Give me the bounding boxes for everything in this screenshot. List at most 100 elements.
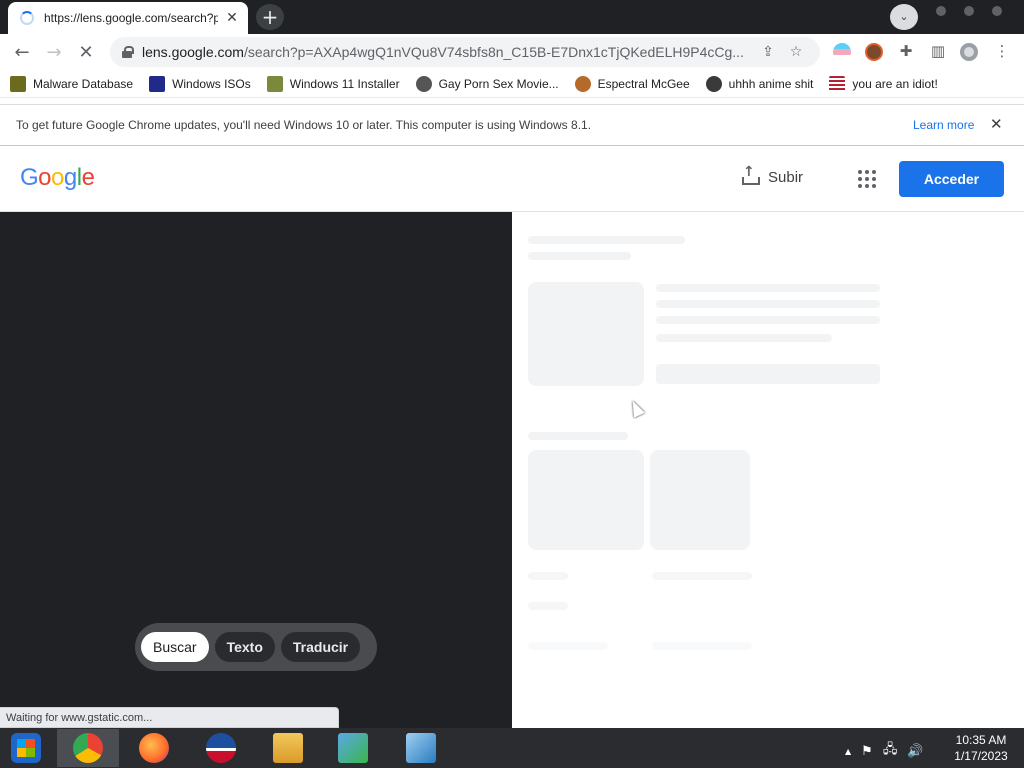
skeleton-line <box>652 642 752 650</box>
update-infobar: To get future Google Chrome updates, you… <box>0 104 1024 146</box>
volume-icon[interactable]: 🔊 <box>907 744 923 759</box>
skeleton-thumbnail <box>528 282 644 386</box>
skeleton-line <box>528 602 568 610</box>
windows-taskbar: ▲ ⚑ 🖧 🔊 10:35 AM 1/17/2023 <box>0 728 1024 768</box>
new-tab-button[interactable]: + <box>256 4 284 30</box>
skeleton-line <box>528 572 568 580</box>
skeleton-line <box>652 572 752 580</box>
bookmark-item[interactable]: you are an idiot! <box>829 75 938 92</box>
google-logo[interactable]: Google <box>20 164 95 192</box>
bookmarks-bar: Malware Database Windows ISOs Windows 11… <box>0 70 1024 98</box>
system-tray: ▲ ⚑ 🖧 🔊 <box>845 740 934 762</box>
skeleton-line <box>656 300 880 308</box>
tab-search-button[interactable]: ⌄ <box>890 4 918 30</box>
minimize-button[interactable] <box>936 6 946 16</box>
bookmark-item[interactable]: Malware Database <box>10 75 134 92</box>
close-window-button[interactable] <box>992 6 1002 16</box>
share-icon[interactable]: ⇪ <box>754 44 782 60</box>
loading-spinner-icon <box>20 11 34 25</box>
chrome-icon <box>73 733 103 763</box>
infobar-close-icon[interactable]: ✕ <box>990 115 1003 133</box>
profile-avatar-icon[interactable] <box>960 43 978 61</box>
tray-expand-icon[interactable]: ▲ <box>845 747 851 756</box>
bookmark-label: Malware Database <box>33 76 134 91</box>
learn-more-link[interactable]: Learn more <box>913 118 974 132</box>
browser-toolbar: ← → ✕ lens.google.com/search?p=AXAp4wgQ1… <box>0 34 1024 70</box>
lens-mode-switcher: Buscar Texto Traducir <box>135 623 377 671</box>
logo-letter: e <box>81 164 95 191</box>
skeleton-line <box>656 316 880 324</box>
browser-tab[interactable]: https://lens.google.com/search?p ✕ <box>8 2 248 34</box>
circle-logo-icon <box>206 733 236 763</box>
url-path: /search?p=AXAp4wgQ1nVQu8V74sbfs8n_C15B-E… <box>243 44 744 60</box>
bookmark-favicon-icon <box>149 75 166 92</box>
skeleton-line <box>528 252 631 260</box>
taskbar-chrome[interactable] <box>57 729 119 767</box>
extensions-puzzle-icon[interactable]: ✚ <box>896 42 916 60</box>
bookmark-label: Gay Porn Sex Movie... <box>438 76 559 91</box>
tab-strip: https://lens.google.com/search?p ✕ + ⌄ <box>0 0 1024 34</box>
results-pane <box>512 212 1024 728</box>
taskbar-app-3[interactable] <box>190 729 252 767</box>
extension-flag-icon[interactable] <box>833 43 851 61</box>
bookmark-label: Windows 11 Installer <box>289 76 400 91</box>
url-host: lens.google.com <box>142 44 244 60</box>
address-bar[interactable]: lens.google.com/search?p=AXAp4wgQ1nVQu8V… <box>110 37 820 67</box>
side-panel-icon[interactable]: ▥ <box>928 42 948 60</box>
upload-button[interactable]: Subir <box>740 164 803 186</box>
bookmark-favicon-icon <box>705 75 722 92</box>
taskbar-app-5[interactable] <box>322 729 384 767</box>
mode-buscar-button[interactable]: Buscar <box>141 632 209 662</box>
back-button[interactable]: ← <box>6 37 38 67</box>
clock-date: 1/17/2023 <box>954 749 1008 763</box>
extension-avatar-icon[interactable] <box>865 43 883 61</box>
mode-texto-button[interactable]: Texto <box>214 632 275 662</box>
bookmark-item[interactable]: Espectral McGee <box>574 75 690 92</box>
tab-title: https://lens.google.com/search?p <box>44 11 218 25</box>
skeleton-line <box>656 284 880 292</box>
action-center-flag-icon[interactable]: ⚑ <box>861 744 873 759</box>
notepad-icon <box>406 733 436 763</box>
network-people-icon <box>338 733 368 763</box>
skeleton-line <box>656 334 832 342</box>
bookmark-favicon-icon <box>415 75 432 92</box>
bookmark-star-icon[interactable]: ☆ <box>782 44 810 60</box>
maximize-button[interactable] <box>964 6 974 16</box>
logo-letter: o <box>51 164 64 191</box>
skeleton-line <box>528 236 685 244</box>
taskbar-file-explorer[interactable] <box>257 729 319 767</box>
bookmark-label: Espectral McGee <box>597 76 690 91</box>
lock-icon[interactable] <box>122 46 134 58</box>
skeleton-thumbnail <box>528 450 644 550</box>
skeleton-line <box>528 432 628 440</box>
chrome-menu-icon[interactable]: ⋮ <box>992 42 1012 60</box>
bookmark-item[interactable]: Windows 11 Installer <box>266 75 400 92</box>
start-button[interactable] <box>6 731 46 765</box>
bookmark-favicon-icon <box>10 75 26 92</box>
upload-icon <box>740 164 760 186</box>
bookmark-label: uhhh anime shit <box>728 76 814 91</box>
skeleton-line <box>528 642 608 650</box>
taskbar-firefox[interactable] <box>123 729 185 767</box>
google-apps-icon[interactable] <box>858 170 876 188</box>
windows-logo-icon <box>11 733 41 763</box>
logo-letter: G <box>20 164 39 191</box>
bookmark-favicon-icon <box>574 75 591 92</box>
tab-close-icon[interactable]: ✕ <box>224 10 240 26</box>
network-icon[interactable]: 🖧 <box>883 740 898 762</box>
sign-in-button[interactable]: Acceder <box>899 161 1004 197</box>
forward-button[interactable]: → <box>38 37 70 67</box>
mode-traducir-button[interactable]: Traducir <box>280 632 361 662</box>
status-bubble: Waiting for www.gstatic.com... <box>0 707 339 728</box>
taskbar-app-6[interactable] <box>390 729 452 767</box>
taskbar-clock[interactable]: 10:35 AM 1/17/2023 <box>948 732 1014 764</box>
clock-time: 10:35 AM <box>955 733 1007 747</box>
folder-icon <box>273 733 303 763</box>
url-text[interactable]: lens.google.com/search?p=AXAp4wgQ1nVQu8V… <box>142 44 754 60</box>
stop-loading-button[interactable]: ✕ <box>70 37 102 67</box>
skeleton-line <box>656 364 880 384</box>
bookmark-favicon-icon <box>829 75 846 92</box>
bookmark-item[interactable]: Gay Porn Sex Movie... <box>415 75 559 92</box>
bookmark-item[interactable]: Windows ISOs <box>149 75 251 92</box>
bookmark-item[interactable]: uhhh anime shit <box>705 75 814 92</box>
